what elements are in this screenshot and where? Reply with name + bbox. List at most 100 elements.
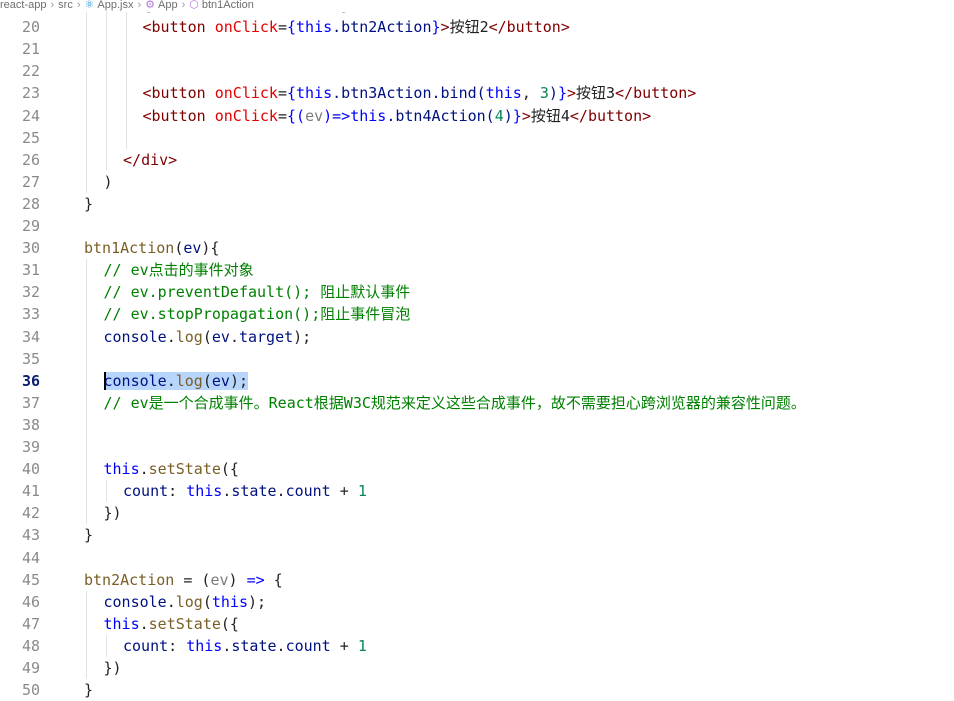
code-line[interactable]: 28}: [0, 193, 954, 215]
code-line[interactable]: 36 console.log(ev);: [0, 370, 954, 392]
line-number: 24: [21, 106, 40, 125]
code-token: setState: [148, 614, 221, 633]
code-line[interactable]: 47 this.setState({: [0, 613, 954, 635]
code-token: 1: [357, 482, 367, 501]
code-line[interactable]: 24 <button onClick={(ev)=>this.btn4Action…: [0, 105, 954, 127]
chevron-right-icon: ›: [50, 0, 55, 11]
code-line[interactable]: 48 count: this.state.count + 1: [0, 635, 954, 657]
code-line[interactable]: 33 // ev.stopPropagation();阻止事件冒泡: [0, 303, 954, 325]
code-line[interactable]: 45 btn2Action = (ev) => {: [0, 569, 954, 591]
code-text: // ev是一个合成事件。React根据W3C规范来定义这些合成事件，故不需要担…: [104, 392, 806, 414]
line-number: 42: [21, 504, 40, 523]
line-number: 32: [21, 283, 40, 302]
code-token: ev: [305, 106, 324, 125]
code-token: (: [202, 327, 212, 346]
code-token: ){: [201, 239, 220, 258]
line-number: 48: [21, 636, 40, 655]
code-text: <button onClick={(ev)=>this.btn4Action(4…: [143, 105, 652, 127]
code-token: 按钮4: [530, 106, 570, 125]
code-line[interactable]: 37 // ev是一个合成事件。React根据W3C规范来定义这些合成事件，故不需…: [0, 392, 954, 414]
code-token: ): [503, 106, 513, 125]
code-line[interactable]: 30 btn1Action(ev){: [0, 237, 954, 259]
code-token: ev: [211, 327, 230, 346]
line-number: 50: [21, 681, 40, 700]
code-line[interactable]: 20 <button onClick={this.btn2Action}>按钮2<…: [0, 16, 954, 38]
code-text: <button onClick={this.btn3Action.bind(th…: [143, 82, 697, 104]
line-number: 43: [21, 526, 40, 545]
code-line[interactable]: 38: [0, 414, 954, 436]
code-token: .: [166, 592, 176, 611]
code-token: </: [569, 106, 588, 125]
breadcrumb-item-class[interactable]: App: [158, 0, 178, 11]
code-token: state: [231, 636, 277, 655]
code-token: </: [123, 150, 142, 169]
code-line[interactable]: 29: [0, 215, 954, 237]
line-number: 37: [21, 393, 40, 412]
code-line[interactable]: 31 // ev点击的事件对象: [0, 259, 954, 281]
breadcrumb-item-file[interactable]: App.jsx: [97, 0, 133, 11]
code-token: >: [642, 106, 652, 125]
code-line[interactable]: 49}): [0, 657, 954, 679]
code-line[interactable]: 32 // ev.preventDefault(); 阻止默认事件: [0, 281, 954, 303]
code-token: // ev.preventDefault(); 阻止默认事件: [103, 283, 411, 302]
code-token: onClick: [214, 18, 278, 37]
line-number: 25: [21, 128, 40, 147]
line-number: 29: [21, 217, 40, 235]
code-line[interactable]: 27): [0, 171, 954, 193]
code-token: .: [276, 482, 286, 501]
code-line[interactable]: 46 console.log(this);: [0, 591, 954, 613]
code-editor[interactable]: 19{/* 修改this指向方式2 */}20<button onClick={…: [0, 0, 954, 700]
code-line[interactable]: 21: [0, 38, 954, 60]
code-line[interactable]: 41 count: this.state.count + 1: [0, 480, 954, 502]
breadcrumb-item-folder[interactable]: src: [58, 0, 73, 11]
code-line[interactable]: 40 this.setState({: [0, 458, 954, 480]
code-line[interactable]: 42}): [0, 502, 954, 524]
code-token: onClick: [214, 84, 278, 103]
breadcrumb-item-project[interactable]: react-app: [0, 0, 46, 11]
code-line[interactable]: 35: [0, 348, 954, 370]
line-number: 35: [21, 349, 40, 368]
selected-token: console: [103, 371, 167, 390]
code-line[interactable]: 39: [0, 436, 954, 458]
indent-guide: [106, 634, 107, 657]
text-cursor: [103, 371, 106, 390]
line-number: 22: [21, 62, 40, 81]
code-text: </div>: [123, 149, 177, 171]
code-text: }: [84, 193, 93, 215]
line-number: 23: [21, 84, 40, 103]
breadcrumb-item-method[interactable]: btn1Action: [202, 0, 254, 11]
code-token: this: [296, 84, 333, 103]
code-token: <: [142, 84, 152, 103]
code-token: button: [633, 84, 688, 103]
code-line[interactable]: 44: [0, 547, 954, 569]
code-line[interactable]: 34 console.log(ev.target);: [0, 326, 954, 348]
code-token: .: [139, 460, 149, 479]
code-token: =: [277, 18, 287, 37]
code-token: }: [84, 526, 94, 545]
code-line[interactable]: 43}: [0, 524, 954, 546]
code-line[interactable]: 50}: [0, 679, 954, 701]
code-line[interactable]: 25: [0, 127, 954, 149]
code-line[interactable]: 23 <button onClick={this.btn3Action.bind(…: [0, 82, 954, 104]
code-token: .: [139, 614, 149, 633]
code-text: // ev点击的事件对象: [104, 259, 254, 281]
code-token: 3: [539, 84, 549, 103]
code-token: button: [151, 106, 206, 125]
code-token: )=>: [323, 106, 351, 125]
selected-token: log: [175, 371, 203, 390]
line-number: 28: [21, 194, 40, 213]
code-token: <: [142, 18, 152, 37]
code-token: this: [186, 636, 223, 655]
code-line[interactable]: 26 </div>: [0, 149, 954, 171]
code-token: {(: [287, 106, 306, 125]
code-token: count: [285, 636, 331, 655]
code-token: btn1Action: [84, 239, 175, 258]
code-token: :: [168, 636, 187, 655]
code-token: this: [103, 460, 140, 479]
code-line[interactable]: 22: [0, 60, 954, 82]
code-token: log: [175, 592, 203, 611]
code-token: }): [103, 659, 122, 677]
code-token: .btn2Action: [332, 18, 432, 37]
selected-token: ev: [211, 371, 230, 390]
